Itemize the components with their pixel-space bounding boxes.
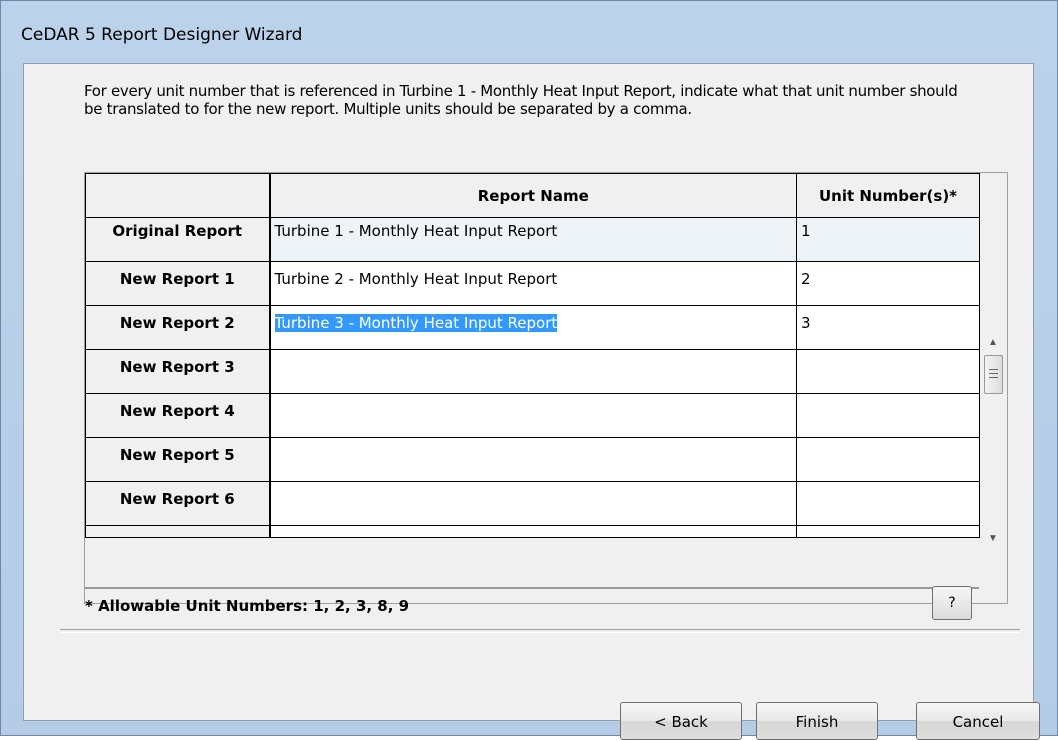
column-header-report-name[interactable]: Report Name [269, 173, 797, 218]
cancel-button[interactable]: Cancel [916, 702, 1040, 740]
report-name-cell-selected[interactable]: Turbine 3 - Monthly Heat Input Report [269, 305, 797, 350]
unit-number-cell: 1 [796, 217, 980, 262]
unit-number-cell[interactable] [796, 525, 980, 538]
corner-cell [85, 173, 271, 218]
row-header: New Report 1 [85, 261, 271, 306]
unit-number-cell[interactable]: 2 [796, 261, 980, 306]
grip-line [989, 369, 998, 370]
grid-footer-divider [85, 587, 979, 589]
grip-line [989, 377, 998, 378]
row-header: New Report 4 [85, 393, 271, 438]
wizard-content: For every unit number that is referenced… [23, 63, 1040, 740]
table-row: New Report 2 Turbine 3 - Monthly Heat In… [85, 305, 980, 350]
table-row-partial [85, 525, 980, 538]
row-header [85, 525, 271, 538]
table-row: New Report 1 Turbine 2 - Monthly Heat In… [85, 261, 980, 306]
report-name-cell[interactable] [269, 481, 797, 526]
vertical-scrollbar[interactable]: ▲ ▼ [981, 329, 1005, 549]
report-grid: Report Name Unit Number(s)* Original Rep… [84, 172, 1008, 615]
table-row: New Report 5 [85, 437, 980, 482]
scroll-thumb[interactable] [984, 355, 1003, 394]
table-row: New Report 3 [85, 349, 980, 394]
unit-number-cell[interactable] [796, 437, 980, 482]
report-name-cell[interactable] [269, 437, 797, 482]
finish-button[interactable]: Finish [756, 702, 878, 740]
row-header: New Report 3 [85, 349, 271, 394]
divider [60, 629, 1020, 633]
table-header-row: Report Name Unit Number(s)* [85, 173, 980, 218]
help-button[interactable]: ? [932, 586, 972, 620]
report-name-cell[interactable] [269, 349, 797, 394]
unit-number-cell[interactable] [796, 393, 980, 438]
row-header: New Report 5 [85, 437, 271, 482]
report-table: Report Name Unit Number(s)* Original Rep… [85, 173, 980, 538]
report-name-cell[interactable] [269, 393, 797, 438]
wizard-window: CeDAR 5 Report Designer Wizard For every… [0, 0, 1058, 740]
scroll-down-arrow-icon[interactable]: ▼ [981, 529, 1005, 549]
report-name-cell[interactable] [269, 525, 797, 538]
unit-number-cell[interactable] [796, 481, 980, 526]
column-header-unit-numbers[interactable]: Unit Number(s)* [796, 173, 980, 218]
instructions-text: For every unit number that is referenced… [84, 82, 958, 118]
unit-number-cell[interactable]: 3 [796, 305, 980, 350]
table-row: New Report 4 [85, 393, 980, 438]
selected-text: Turbine 3 - Monthly Heat Input Report [274, 314, 558, 332]
unit-number-cell[interactable] [796, 349, 980, 394]
row-header: New Report 6 [85, 481, 271, 526]
title-bar[interactable]: CeDAR 5 Report Designer Wizard [1, 1, 1057, 63]
row-header: New Report 2 [85, 305, 271, 350]
report-name-cell: Turbine 1 - Monthly Heat Input Report [269, 217, 797, 262]
window-title: CeDAR 5 Report Designer Wizard [21, 25, 303, 45]
report-name-cell[interactable]: Turbine 2 - Monthly Heat Input Report [269, 261, 797, 306]
back-button[interactable]: < Back [620, 702, 742, 740]
grip-line [989, 373, 998, 374]
table-row: New Report 6 [85, 481, 980, 526]
allowable-unit-numbers: * Allowable Unit Numbers: 1, 2, 3, 8, 9 [85, 597, 410, 615]
scroll-up-arrow-icon[interactable]: ▲ [981, 333, 1005, 353]
table-row: Original Report Turbine 1 - Monthly Heat… [85, 217, 980, 262]
row-header: Original Report [85, 217, 271, 262]
